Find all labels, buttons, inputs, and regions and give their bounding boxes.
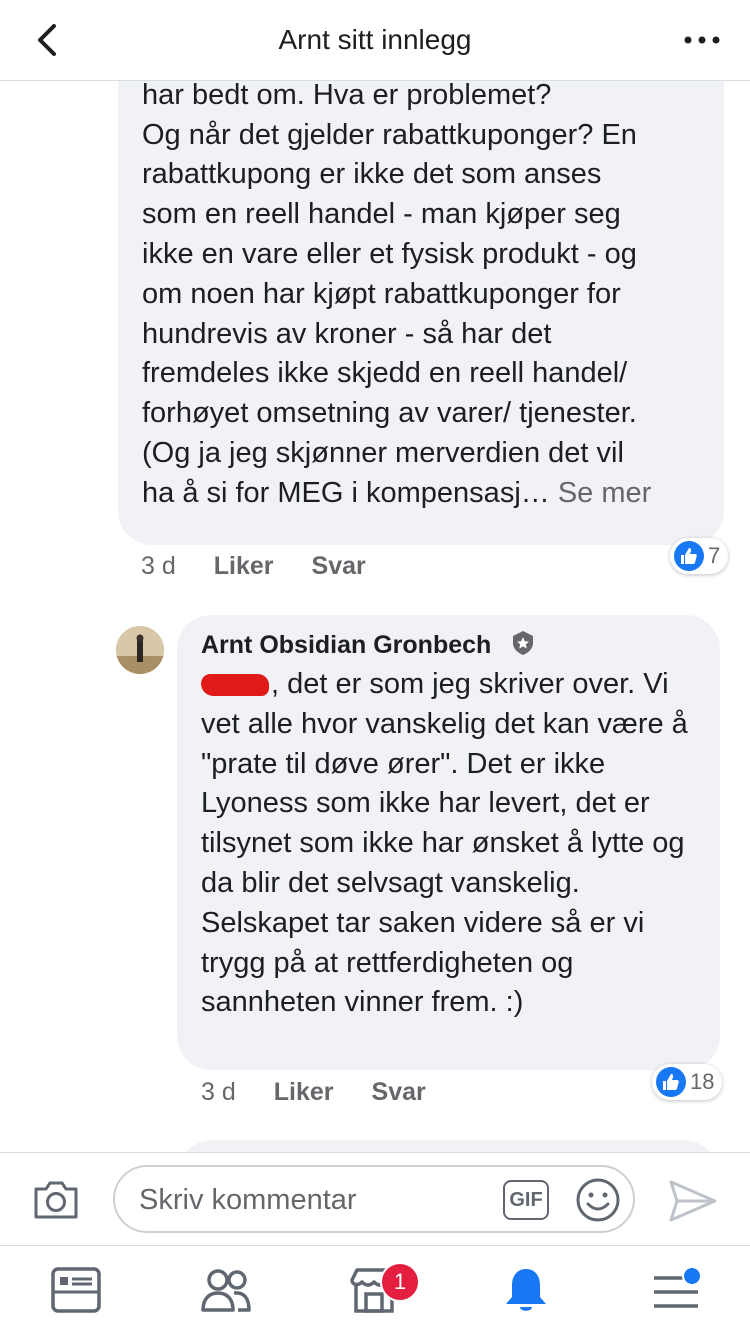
comments-list[interactable]: og overføringer for 2017 slik Tilsynet h… [0,80,750,1152]
reply-button[interactable]: Svar [312,552,366,580]
redacted-name [201,674,269,697]
like-icon [674,541,704,571]
comment-body: og overføringer for 2017 slik Tilsynet h… [142,80,637,509]
reaction-count[interactable]: 18 [652,1064,723,1100]
like-button[interactable]: Liker [214,552,274,580]
comment-input-box[interactable]: GIF [113,1165,635,1233]
notifications-icon[interactable] [500,1266,552,1314]
camera-icon[interactable] [32,1177,80,1221]
more-icon[interactable] [682,30,722,50]
comment-bubble[interactable]: og overføringer for 2017 slik Tilsynet h… [118,80,724,545]
comment-bubble[interactable]: Arnt Obsidian Gronbech , det er som jeg … [177,615,720,1070]
comment-author[interactable]: Arnt Obsidian Gronbech [201,631,491,660]
emoji-icon[interactable] [575,1177,621,1223]
gif-button[interactable]: GIF [503,1180,549,1220]
reaction-count[interactable]: 7 [670,538,729,574]
tab-bar: 1 [0,1245,750,1335]
top-bar: Arnt sitt innlegg [0,0,750,81]
admin-badge-icon [513,631,533,655]
comment-body: , det er som jeg skriver over. Vi vet al… [201,668,688,1019]
reply-button[interactable]: Svar [372,1078,426,1106]
notification-badge: 1 [380,1262,420,1302]
comment-time: 3 d [141,552,176,580]
comment-composer: GIF [0,1152,750,1245]
comment-time: 3 d [201,1078,236,1106]
reaction-count-text: 18 [690,1069,715,1094]
like-button[interactable]: Liker [274,1078,334,1106]
menu-notification-dot [682,1266,702,1286]
page-title: Arnt sitt innlegg [278,24,472,55]
send-icon[interactable] [668,1179,718,1223]
like-icon [656,1067,686,1097]
reaction-count-text: 7 [708,543,721,568]
see-more-link[interactable]: Se mer [558,477,651,509]
comment-text: og overføringer for 2017 slik Tilsynet h… [142,80,712,514]
comment-bubble[interactable] [178,1140,718,1152]
comment-text: , det er som jeg skriver over. Vi vet al… [201,665,706,1023]
comment-input[interactable] [137,1179,481,1221]
avatar[interactable] [116,626,164,674]
comment-actions: 3 d Liker Svar [201,1078,464,1107]
news-feed-icon[interactable] [50,1266,102,1314]
friends-icon[interactable] [200,1266,252,1314]
comment-actions: 3 d Liker Svar [141,552,404,581]
